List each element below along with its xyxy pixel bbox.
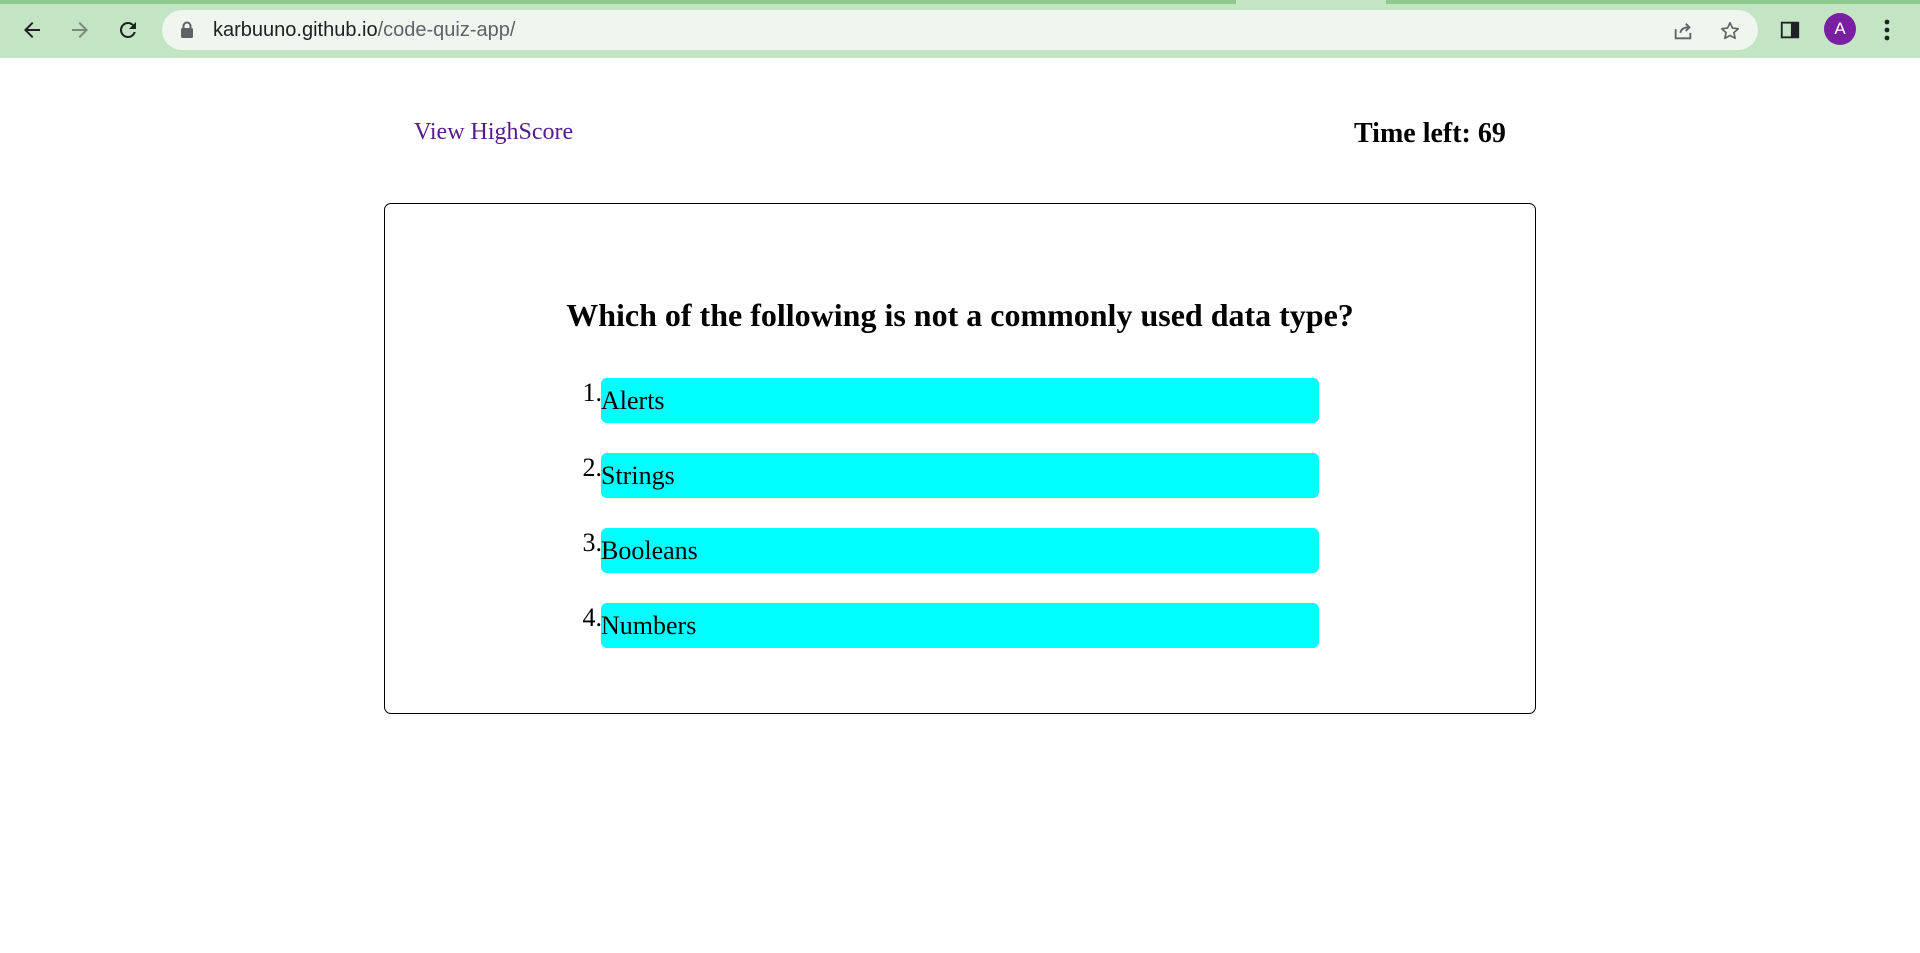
browser-toolbar: karbuuno.github.io/code-quiz-app/ A	[0, 0, 1920, 58]
reload-button[interactable]	[110, 12, 146, 48]
address-bar[interactable]: karbuuno.github.io/code-quiz-app/	[162, 10, 1758, 50]
url-text[interactable]: karbuuno.github.io/code-quiz-app/	[213, 19, 515, 41]
star-icon[interactable]	[1717, 18, 1743, 44]
answer-button-numbers[interactable]: Numbers	[601, 603, 1319, 648]
answer-item-3: 3. Booleans	[385, 528, 1535, 574]
quiz-card: Which of the following is not a commonly…	[384, 203, 1536, 714]
answer-item-4: 4. Numbers	[385, 603, 1535, 649]
answer-label: Strings	[601, 460, 675, 490]
answer-button-alerts[interactable]: Alerts	[601, 378, 1319, 423]
share-icon[interactable]	[1670, 18, 1696, 44]
answer-number: 3.	[582, 528, 603, 557]
answer-button-strings[interactable]: Strings	[601, 453, 1319, 498]
page-content: View HighScore Time left: 69 Which of th…	[0, 58, 1920, 953]
answer-number: 4.	[582, 603, 603, 632]
kebab-menu-icon[interactable]	[1872, 15, 1902, 45]
forward-arrow-icon	[68, 18, 92, 42]
question-text: Which of the following is not a commonly…	[566, 297, 1354, 333]
answer-label: Alerts	[601, 385, 665, 415]
back-button[interactable]	[14, 12, 50, 48]
answer-item-1: 1. Alerts	[385, 378, 1535, 424]
profile-avatar[interactable]: A	[1824, 13, 1856, 45]
url-path: /code-quiz-app/	[377, 19, 516, 41]
answer-button-booleans[interactable]: Booleans	[601, 528, 1319, 573]
answer-number: 1.	[582, 378, 603, 407]
view-highscore-link[interactable]: View HighScore	[414, 118, 573, 146]
reload-icon	[116, 18, 140, 42]
answer-item-2: 2. Strings	[385, 453, 1535, 499]
back-arrow-icon	[20, 18, 44, 42]
answer-number: 2.	[582, 453, 603, 482]
lock-icon[interactable]	[180, 21, 194, 44]
time-left-counter: Time left: 69	[1354, 118, 1506, 149]
page-load-progress	[0, 0, 1236, 4]
url-host: karbuuno.github.io	[213, 19, 378, 41]
answer-label: Booleans	[601, 535, 698, 565]
page-load-progress-tail	[1386, 0, 1920, 4]
forward-button[interactable]	[62, 12, 98, 48]
answer-label: Numbers	[601, 610, 697, 640]
side-panel-icon[interactable]	[1775, 15, 1805, 45]
